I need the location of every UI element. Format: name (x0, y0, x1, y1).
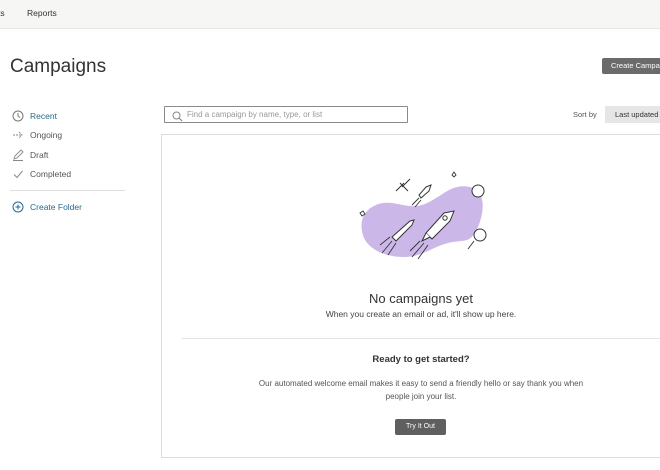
sidebar-item-label: Completed (30, 169, 72, 179)
sort-label: Sort by (573, 110, 597, 119)
create-folder-button[interactable]: Create Folder (12, 199, 82, 215)
sidebar-item-recent[interactable]: Recent (12, 108, 57, 124)
nav-item-reports[interactable]: Reports (27, 8, 57, 18)
sidebar-item-label: Draft (30, 150, 49, 160)
arrow-right-icon (12, 129, 24, 141)
rocket-illustration (352, 165, 502, 280)
empty-state-title: No campaigns yet (368, 291, 474, 306)
create-folder-label: Create Folder (30, 202, 82, 212)
sidebar-item-completed[interactable]: Completed (12, 166, 71, 182)
pencil-icon (12, 149, 24, 161)
sort-select[interactable]: Last updated (605, 106, 660, 123)
plus-circle-icon (12, 201, 24, 213)
top-navigation: ts Reports (0, 0, 660, 29)
sidebar-item-label: Ongoing (30, 130, 63, 140)
create-campaign-button[interactable]: Create Campaign (602, 58, 660, 74)
sidebar-item-draft[interactable]: Draft (12, 147, 48, 163)
cta-description: Our automated welcome email makes it eas… (258, 379, 584, 401)
sidebar-item-label: Recent (30, 111, 57, 121)
empty-state-subtitle: When you create an email or ad, it'll sh… (325, 309, 517, 319)
clock-icon (12, 110, 24, 122)
panel-divider (182, 338, 660, 339)
search-input[interactable] (187, 107, 402, 122)
sidebar-divider (10, 190, 125, 191)
campaigns-empty-panel: No campaigns yet When you create an emai… (161, 134, 660, 458)
check-icon (12, 168, 24, 180)
sidebar-item-ongoing[interactable]: Ongoing (12, 127, 62, 143)
search-box (164, 106, 408, 123)
try-it-out-button[interactable]: Try It Out (395, 419, 446, 435)
nav-item-partial[interactable]: ts (0, 8, 5, 18)
cta-title: Ready to get started? (372, 354, 470, 365)
page-title: Campaigns (10, 56, 107, 77)
search-icon (172, 109, 183, 127)
